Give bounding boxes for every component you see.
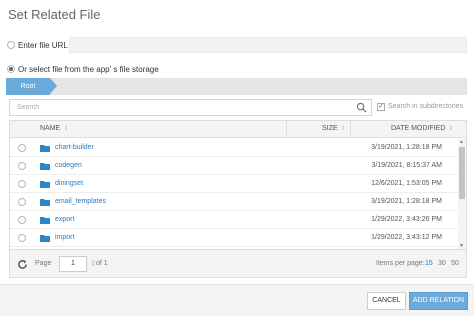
- column-divider: [350, 121, 351, 138]
- file-date: 12/6/2021, 1:53:05 PM: [371, 180, 442, 187]
- scroll-down-icon[interactable]: ▼: [459, 243, 464, 249]
- page-size-15[interactable]: 15: [425, 260, 433, 267]
- row-select-radio[interactable]: [18, 162, 26, 170]
- search-subdirectories-label: Search in subdirectories: [388, 103, 464, 110]
- table-row[interactable]: import 1/29/2022, 3:43:12 PM: [10, 229, 458, 247]
- storage-option-label[interactable]: Or select file from the app' s file stor…: [18, 65, 159, 74]
- column-header-size[interactable]: SIZE ⇕: [322, 125, 346, 132]
- items-per-page-label: Items per page:: [376, 260, 425, 267]
- table-row[interactable]: diningset 12/6/2021, 1:53:05 PM: [10, 175, 458, 193]
- table-row[interactable]: export 1/29/2022, 3:43:26 PM: [10, 211, 458, 229]
- file-date: 3/19/2021, 1:28:18 PM: [371, 144, 442, 151]
- file-url-input[interactable]: [69, 37, 467, 53]
- scroll-up-icon[interactable]: ▲: [459, 139, 464, 145]
- row-select-radio[interactable]: [18, 180, 26, 188]
- file-name-link[interactable]: import: [55, 234, 74, 241]
- page-count: of 1: [96, 260, 108, 267]
- column-header-name[interactable]: NAME ⇕: [40, 125, 68, 132]
- dialog-footer: CANCEL ADD RELATION: [0, 284, 474, 316]
- folder-icon: [40, 145, 50, 152]
- page-number-input[interactable]: 1: [59, 256, 87, 272]
- dialog-title: Set Related File: [8, 7, 101, 22]
- file-name-link[interactable]: diningset: [55, 180, 83, 187]
- sort-icon: ⇕: [63, 126, 69, 132]
- add-relation-button[interactable]: ADD RELATION: [409, 292, 468, 310]
- sort-icon: ⇕: [448, 126, 454, 132]
- search-icon[interactable]: [356, 102, 367, 113]
- row-select-radio[interactable]: [18, 234, 26, 242]
- breadcrumb-root[interactable]: Root: [6, 78, 57, 95]
- search-subdirectories-checkbox[interactable]: ✓: [377, 103, 385, 111]
- page-label: Page: [35, 260, 52, 267]
- scroll-thumb[interactable]: [459, 147, 465, 199]
- row-select-radio[interactable]: [18, 198, 26, 206]
- cancel-button[interactable]: CANCEL: [367, 292, 406, 310]
- search-placeholder: Search: [17, 104, 40, 111]
- row-select-radio[interactable]: [18, 144, 26, 152]
- file-date: 3/19/2021, 8:15:37 AM: [371, 162, 442, 169]
- url-option-label[interactable]: Enter file URL: [18, 41, 68, 50]
- folder-icon: [40, 235, 50, 242]
- column-header-date[interactable]: DATE MODIFIED ⇕: [391, 125, 453, 132]
- refresh-icon[interactable]: [17, 259, 28, 270]
- file-date: 1/29/2022, 3:43:26 PM: [371, 216, 442, 223]
- url-option-radio[interactable]: [7, 41, 15, 49]
- column-divider: [286, 121, 287, 138]
- page-size-50[interactable]: 50: [451, 260, 459, 267]
- folder-icon: [40, 181, 50, 188]
- file-name-link[interactable]: codegen: [55, 162, 82, 169]
- grid-scrollbar[interactable]: ▲ ▼: [458, 139, 466, 249]
- set-related-file-dialog: Set Related File Enter file URL Or selec…: [0, 0, 474, 316]
- file-date: 3/19/2021, 1:28:18 PM: [371, 198, 442, 205]
- file-name-link[interactable]: chart-builder: [55, 144, 94, 151]
- file-name-link[interactable]: email_templates: [55, 198, 106, 205]
- folder-icon: [40, 163, 50, 170]
- pager: Page 1 ⇕ of 1 Items per page: 15 30 50: [9, 250, 467, 278]
- search-input[interactable]: Search: [9, 99, 372, 116]
- sort-icon: ⇕: [340, 126, 346, 132]
- folder-icon: [40, 199, 50, 206]
- table-row[interactable]: chart-builder 3/19/2021, 1:28:18 PM: [10, 139, 458, 157]
- row-select-radio[interactable]: [18, 216, 26, 224]
- file-name-link[interactable]: export: [55, 216, 74, 223]
- breadcrumb: Root: [6, 78, 467, 95]
- file-date: 1/29/2022, 3:43:12 PM: [371, 234, 442, 241]
- file-grid: NAME ⇕ SIZE ⇕ DATE MODIFIED ⇕ chart-builder…: [9, 120, 467, 250]
- storage-option-radio[interactable]: [7, 65, 15, 73]
- grid-header: NAME ⇕ SIZE ⇕ DATE MODIFIED ⇕: [10, 121, 466, 138]
- page-size-30[interactable]: 30: [438, 260, 446, 267]
- table-row[interactable]: email_templates 3/19/2021, 1:28:18 PM: [10, 193, 458, 211]
- folder-icon: [40, 217, 50, 224]
- table-row[interactable]: codegen 3/19/2021, 8:15:37 AM: [10, 157, 458, 175]
